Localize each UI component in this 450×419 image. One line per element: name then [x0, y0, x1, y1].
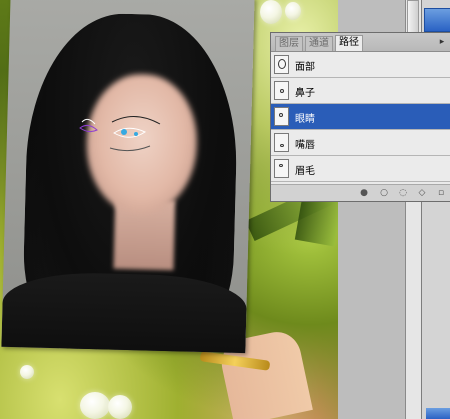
path-label: 面部: [295, 62, 315, 73]
path-row-brows[interactable]: 眉毛: [271, 156, 450, 182]
new-path-icon[interactable]: ▫: [436, 188, 446, 198]
paths-list: 面部 鼻子 眼睛 嘴唇 眉毛: [271, 52, 450, 184]
path-thumbnail: [274, 107, 289, 126]
menu-arrow-icon[interactable]: ▸: [436, 36, 448, 48]
anchor-point[interactable]: [121, 129, 127, 135]
stroke-path-icon[interactable]: ○: [379, 188, 389, 198]
path-thumbnail: [274, 55, 289, 74]
panel-title-tab[interactable]: [426, 408, 450, 419]
palette-tab-row: 图层 通道 路径 ▸: [271, 33, 450, 52]
load-selection-icon[interactable]: ◌: [398, 188, 408, 198]
path-thumbnail: [274, 133, 289, 152]
right-eye-path: [113, 127, 147, 138]
work-path-icon[interactable]: ◇: [417, 188, 427, 198]
right-eye-lower-path: [109, 145, 151, 152]
path-row-eyes[interactable]: 眼睛: [271, 104, 450, 130]
path-thumbnail: [274, 81, 289, 100]
tab-layers[interactable]: 图层: [275, 36, 303, 51]
left-eye-path: [79, 124, 98, 133]
tab-paths[interactable]: 路径: [335, 35, 363, 51]
palette-footer: ● ○ ◌ ◇ ▫: [271, 184, 450, 201]
path-row-face[interactable]: 面部: [271, 52, 450, 78]
anchor-point[interactable]: [134, 132, 138, 136]
path-thumbnail: [274, 159, 289, 178]
path-label: 眉毛: [295, 166, 315, 177]
path-label: 鼻子: [295, 88, 315, 99]
path-label: 嘴唇: [295, 140, 315, 151]
tab-channels[interactable]: 通道: [305, 36, 333, 51]
paths-palette: 图层 通道 路径 ▸ 面部 鼻子 眼睛 嘴唇 眉毛 ● ○ ◌ ◇ ▫: [270, 32, 450, 202]
panel-title-tab[interactable]: [424, 8, 450, 32]
fill-path-icon[interactable]: ●: [359, 188, 369, 198]
path-row-nose[interactable]: 鼻子: [271, 78, 450, 104]
left-brow-path: [81, 118, 96, 125]
path-row-lips[interactable]: 嘴唇: [271, 130, 450, 156]
right-brow-path: [111, 116, 161, 125]
path-label: 眼睛: [295, 114, 315, 125]
